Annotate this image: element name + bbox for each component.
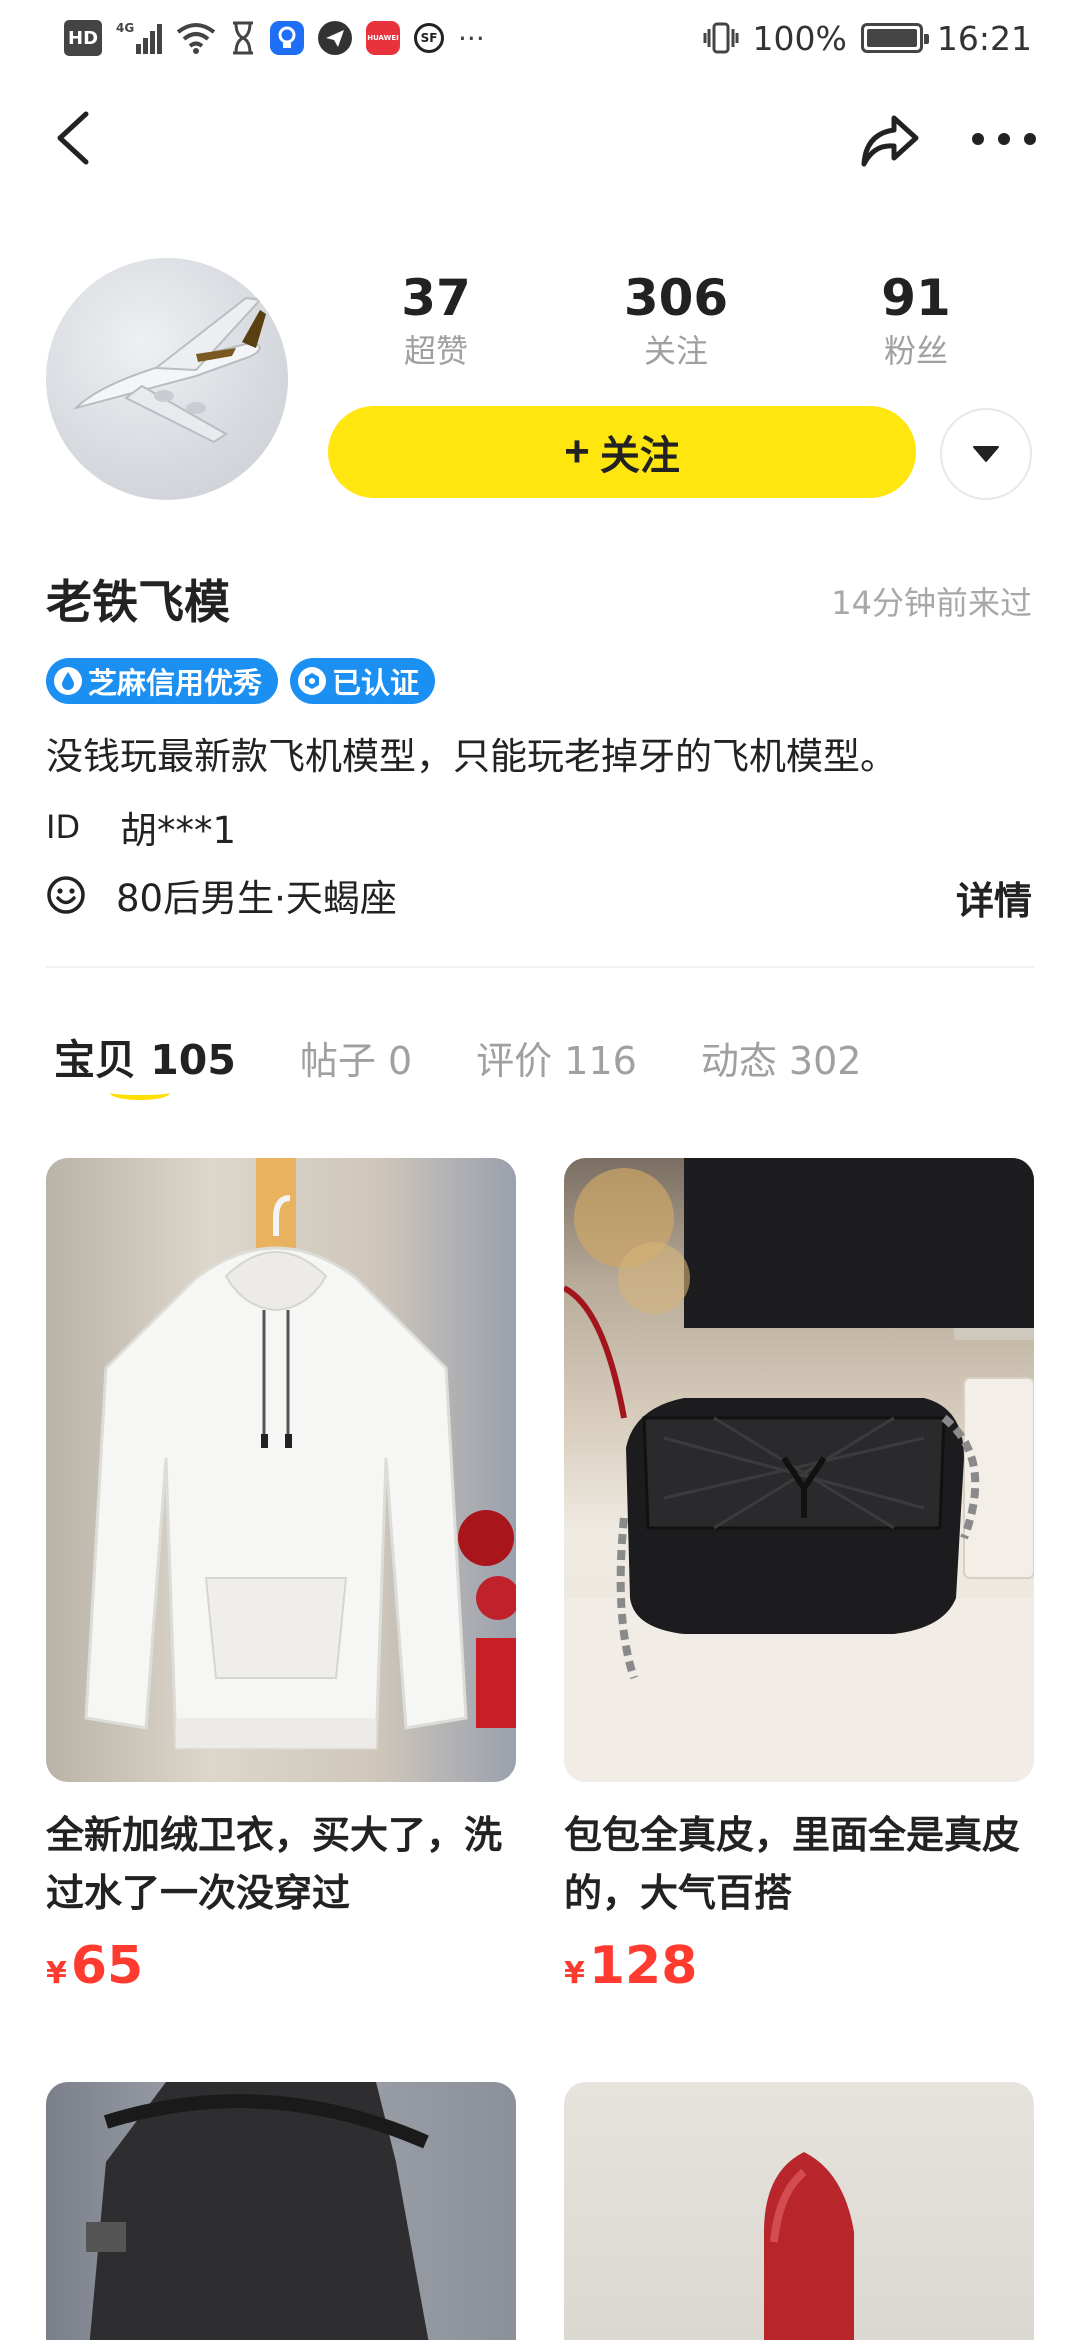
user-info-row: 80后男生·天蝎座 (46, 868, 397, 922)
share-button[interactable] (860, 112, 920, 168)
product-image-lipstick[interactable] (564, 2082, 1034, 2340)
product-price: ¥ 128 (564, 1936, 1034, 1996)
product-card[interactable]: 包包全真皮，里面全是真皮的，大气百搭 ¥ 128 (564, 1158, 1034, 1996)
plus-icon: + (564, 427, 590, 476)
battery-percent: 100% (752, 18, 847, 58)
tab-activity[interactable]: 动态 302 (701, 1030, 862, 1085)
clock: 16:21 (936, 18, 1032, 58)
tab-count: 105 (150, 1036, 236, 1084)
vibrate-icon (703, 20, 739, 56)
stat-value: 37 (401, 269, 471, 327)
verified-badge[interactable]: 已认证 (290, 658, 436, 704)
profile-tabs: 宝贝 105 帖子 0 评价 116 动态 302 (54, 1026, 861, 1086)
badge-label: 芝麻信用优秀 (88, 666, 263, 700)
product-card[interactable]: 全新加绒卫衣，买大了，洗过水了一次没穿过 ¥ 65 (46, 1158, 516, 1996)
stat-value: 91 (881, 269, 951, 327)
paper-plane-app-icon (318, 21, 353, 55)
chevron-left-icon (57, 111, 89, 165)
status-bar-right: 100% 16:21 (703, 18, 1032, 58)
follow-button[interactable]: + 关注 (328, 406, 916, 498)
last-seen: 14分钟前来过 (831, 584, 1032, 622)
bulb-app-icon (270, 21, 305, 55)
product-card[interactable] (564, 2082, 1034, 2340)
status-bar: HD 4G HUAWEI SF ··· 100% 16:21 (0, 0, 1080, 80)
tab-count: 116 (564, 1039, 637, 1083)
tab-name: 评价 (476, 1039, 553, 1083)
product-image-hoodie[interactable] (46, 1158, 516, 1782)
more-options-dropdown[interactable] (940, 408, 1032, 500)
product-price: ¥ 65 (46, 1936, 516, 1996)
verified-icon (298, 667, 327, 695)
tab-name: 帖子 (299, 1039, 376, 1083)
product-title: 全新加绒卫衣，买大了，洗过水了一次没穿过 (46, 1813, 503, 1915)
stat-label: 关注 (643, 332, 708, 370)
hourglass-icon (230, 20, 256, 56)
id-label: ID (46, 808, 81, 846)
product-image-bag[interactable] (46, 2082, 516, 2340)
badges: 芝麻信用优秀 已认证 (46, 658, 436, 704)
airplane-model-image (72, 296, 266, 444)
tab-count: 0 (387, 1039, 413, 1083)
tab-name: 宝贝 (54, 1036, 136, 1084)
drop-icon (54, 667, 82, 695)
price-amount: 65 (70, 1936, 144, 1996)
user-info-text: 80后男生·天蝎座 (116, 877, 397, 920)
stat-label: 超赞 (403, 332, 468, 370)
price-amount: 128 (588, 1936, 698, 1996)
huawei-app-icon: HUAWEI (366, 21, 401, 55)
product-card[interactable] (46, 2082, 516, 2340)
stat-label: 粉丝 (883, 332, 948, 370)
smiley-icon (47, 876, 85, 914)
share-icon (861, 115, 919, 167)
stat-value: 306 (623, 269, 729, 327)
more-dots-icon (972, 133, 984, 145)
badge-label: 已认证 (332, 666, 420, 700)
status-bar-left: HD 4G HUAWEI SF ··· (64, 18, 485, 58)
product-title: 包包全真皮，里面全是真皮的，大气百搭 (564, 1813, 1021, 1915)
sesame-credit-badge[interactable]: 芝麻信用优秀 (46, 658, 279, 704)
bio: 没钱玩最新款飞机模型，只能玩老掉牙的飞机模型。 (46, 735, 897, 778)
hd-icon: HD (64, 20, 103, 56)
product-image-handbag[interactable] (564, 1158, 1034, 1782)
back-button[interactable] (50, 108, 94, 168)
signal-icon: 4G (116, 20, 163, 56)
details-link[interactable]: 详情 (956, 870, 1032, 925)
username: 老铁飞模 (46, 575, 230, 629)
more-button[interactable] (972, 124, 1036, 154)
follow-button-label: 关注 (599, 434, 680, 478)
more-notifications-icon: ··· (458, 21, 485, 55)
stat-following[interactable]: 306 关注 (596, 268, 756, 374)
avatar[interactable] (46, 258, 288, 500)
currency-symbol: ¥ (46, 1956, 67, 1991)
wifi-icon (176, 20, 216, 56)
tab-name: 动态 (700, 1039, 777, 1083)
stat-likes[interactable]: 37 超赞 (356, 268, 516, 374)
tab-posts[interactable]: 帖子 0 (300, 1030, 412, 1085)
stat-fans[interactable]: 91 粉丝 (836, 268, 996, 374)
caret-down-icon (973, 446, 999, 462)
user-id-row: ID 胡***1 (46, 800, 236, 854)
sf-express-icon: SF (414, 23, 445, 53)
battery-icon (860, 23, 929, 53)
svg-text:4G: 4G (116, 21, 134, 35)
divider (46, 966, 1034, 968)
currency-symbol: ¥ (564, 1956, 585, 1991)
active-tab-indicator (110, 1086, 170, 1100)
tab-reviews[interactable]: 评价 116 (476, 1030, 637, 1085)
tab-count: 302 (788, 1039, 862, 1083)
id-value: 胡***1 (120, 809, 237, 852)
tab-items[interactable]: 宝贝 105 (54, 1026, 236, 1086)
